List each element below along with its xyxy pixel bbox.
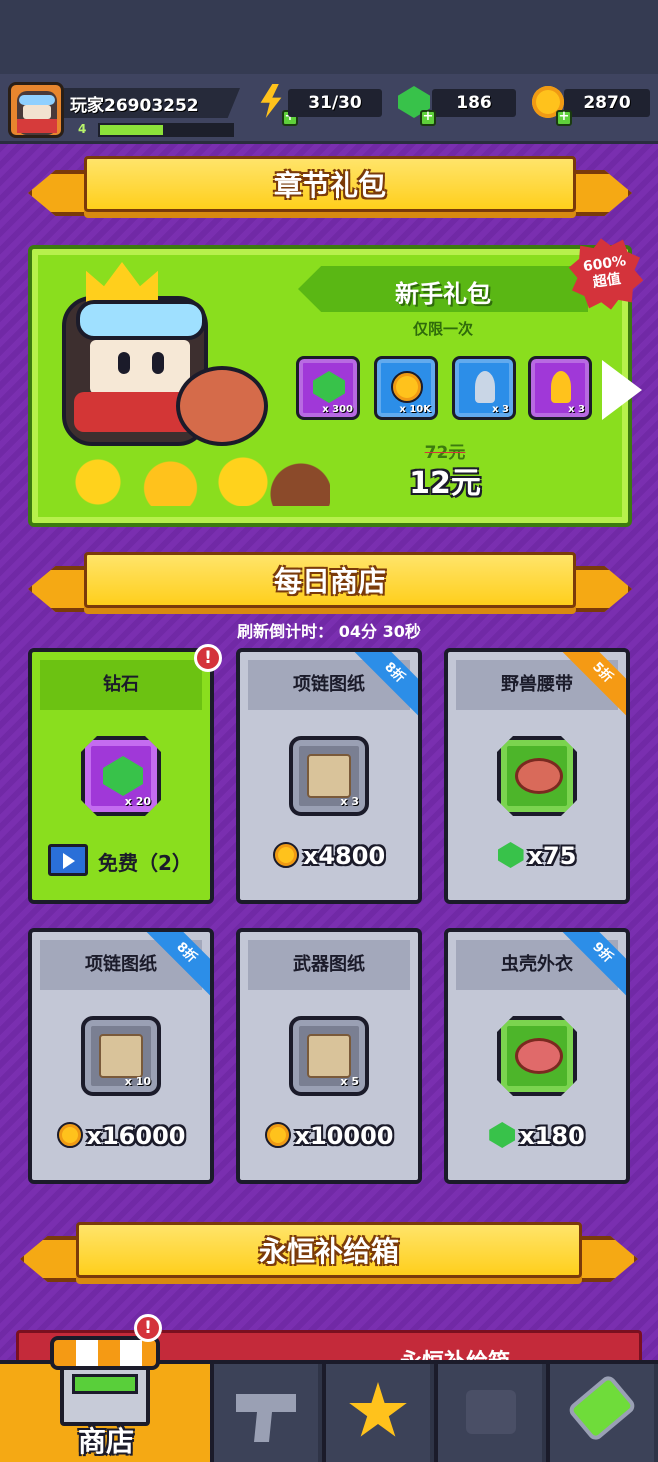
item-qty: x 5 bbox=[340, 1075, 359, 1088]
price-label: x16000 bbox=[32, 1122, 210, 1150]
coin-icon bbox=[272, 842, 299, 868]
item-frame: x 10 bbox=[81, 1016, 161, 1096]
shop-card-necklace-blueprint-2[interactable]: 项链图纸 8折 x 10 x16000 bbox=[28, 928, 214, 1184]
chapter-pack-banner: 章节礼包 bbox=[28, 156, 632, 222]
daily-shop-title: 每日商店 bbox=[273, 565, 386, 598]
cost-value: x10000 bbox=[294, 1122, 394, 1150]
free-ad-button[interactable]: 免费（2） bbox=[48, 844, 192, 876]
hero-face bbox=[90, 340, 190, 394]
video-ad-icon bbox=[48, 844, 88, 876]
star-swords-icon bbox=[349, 1382, 407, 1437]
blueprint-scroll-icon bbox=[307, 754, 351, 798]
gift-item-qty: x 3 bbox=[492, 404, 509, 415]
chapter-pack-title: 章节礼包 bbox=[273, 169, 386, 202]
coin-icon bbox=[391, 371, 423, 403]
gem-icon bbox=[489, 1122, 516, 1148]
blueprint-scroll-icon bbox=[99, 1034, 143, 1078]
silver-key-icon bbox=[475, 371, 495, 403]
lock-icon bbox=[466, 1390, 516, 1434]
cost-value: x16000 bbox=[86, 1122, 186, 1150]
gift-item-qty: x 300 bbox=[322, 404, 353, 415]
nav-shop-label: 商店 bbox=[77, 1425, 134, 1458]
buy-price-button[interactable]: 12元 bbox=[392, 458, 498, 502]
gift-item-coins[interactable]: x 10K bbox=[374, 356, 438, 420]
belt-icon bbox=[515, 758, 563, 794]
shop-card-necklace-blueprint[interactable]: 项链图纸 8折 x 3 x4800 bbox=[236, 648, 422, 904]
coin-icon bbox=[56, 1122, 83, 1148]
blueprint-scroll-icon bbox=[307, 1034, 351, 1078]
supply-box-banner: 永恒补给箱 bbox=[20, 1222, 638, 1288]
coin-value: 2870 bbox=[564, 89, 650, 117]
card-title: 钻石 bbox=[40, 660, 202, 710]
item-frame: x 20 bbox=[81, 736, 161, 816]
revolver-icon bbox=[236, 1394, 296, 1442]
item-frame: x 3 bbox=[289, 736, 369, 816]
item-frame bbox=[497, 736, 577, 816]
gem-icon bbox=[497, 842, 524, 868]
price-label: x75 bbox=[448, 842, 626, 870]
gift-item-qty: x 3 bbox=[568, 404, 585, 415]
coat-icon bbox=[515, 1038, 563, 1074]
gem-icon bbox=[103, 756, 143, 796]
shop-card-diamond[interactable]: 钻石 x 20 免费（2） bbox=[28, 648, 214, 904]
alert-icon: ! bbox=[134, 1314, 162, 1342]
supply-box-title: 永恒补给箱 bbox=[258, 1235, 399, 1268]
item-qty: x 20 bbox=[124, 795, 151, 808]
item-frame: x 5 bbox=[289, 1016, 369, 1096]
price-label: x180 bbox=[448, 1122, 626, 1150]
player-avatar[interactable] bbox=[8, 82, 64, 138]
hero-eye-left bbox=[118, 352, 130, 374]
nav-tab-lab[interactable] bbox=[546, 1364, 654, 1462]
gift-title: 新手礼包 bbox=[395, 280, 491, 308]
gift-item-gold-key[interactable]: x 3 bbox=[528, 356, 592, 420]
meat-icon bbox=[176, 366, 268, 446]
price-label: x10000 bbox=[240, 1122, 418, 1150]
coin-add-icon[interactable]: + bbox=[530, 84, 572, 126]
nav-tab-battle[interactable] bbox=[322, 1364, 430, 1462]
gift-item-gems[interactable]: x 300 bbox=[296, 356, 360, 420]
shop-icon bbox=[50, 1336, 160, 1428]
item-qty: x 10 bbox=[124, 1075, 151, 1088]
item-qty: x 3 bbox=[340, 795, 359, 808]
cost-value: x180 bbox=[519, 1122, 585, 1150]
player-level: 4 bbox=[78, 122, 87, 136]
shop-card-shell-coat[interactable]: 虫壳外衣 9折 x180 bbox=[444, 928, 630, 1184]
cost-value: x4800 bbox=[302, 842, 386, 870]
gem-value: 186 bbox=[432, 89, 516, 117]
energy-value: 31/30 bbox=[288, 89, 382, 117]
gem-add-icon[interactable]: + bbox=[394, 84, 436, 126]
gift-subtitle: 仅限一次 bbox=[412, 320, 473, 338]
hero-eye-right bbox=[152, 352, 164, 374]
player-name: 玩家26903252 bbox=[70, 96, 199, 116]
alert-icon: ! bbox=[194, 644, 222, 672]
daily-shop-banner: 每日商店 bbox=[28, 552, 632, 618]
status-bar-area bbox=[0, 0, 658, 74]
goggles bbox=[76, 300, 206, 340]
free-label: 免费（2） bbox=[98, 851, 192, 875]
gold-key-icon bbox=[551, 371, 571, 403]
shop-card-weapon-blueprint[interactable]: 武器图纸 x 5 x10000 bbox=[236, 928, 422, 1184]
nav-tab-weapons[interactable] bbox=[210, 1364, 318, 1462]
dna-capsule-icon bbox=[566, 1373, 638, 1443]
shop-card-beast-belt[interactable]: 野兽腰带 5折 x75 bbox=[444, 648, 630, 904]
nav-tab-locked[interactable] bbox=[434, 1364, 542, 1462]
coin-icon bbox=[264, 1122, 291, 1148]
gift-item-qty: x 10K bbox=[399, 404, 431, 415]
gem-icon bbox=[313, 371, 345, 403]
xp-bar bbox=[98, 123, 234, 137]
refresh-countdown: 刷新倒计时： 04分 30秒 bbox=[237, 622, 421, 641]
item-frame bbox=[497, 1016, 577, 1096]
card-title: 武器图纸 bbox=[248, 940, 410, 990]
gift-item-silver-key[interactable]: x 3 bbox=[452, 356, 516, 420]
price-label: x4800 bbox=[240, 842, 418, 870]
cost-value: x75 bbox=[527, 842, 577, 870]
coin-pile-image bbox=[40, 446, 330, 506]
